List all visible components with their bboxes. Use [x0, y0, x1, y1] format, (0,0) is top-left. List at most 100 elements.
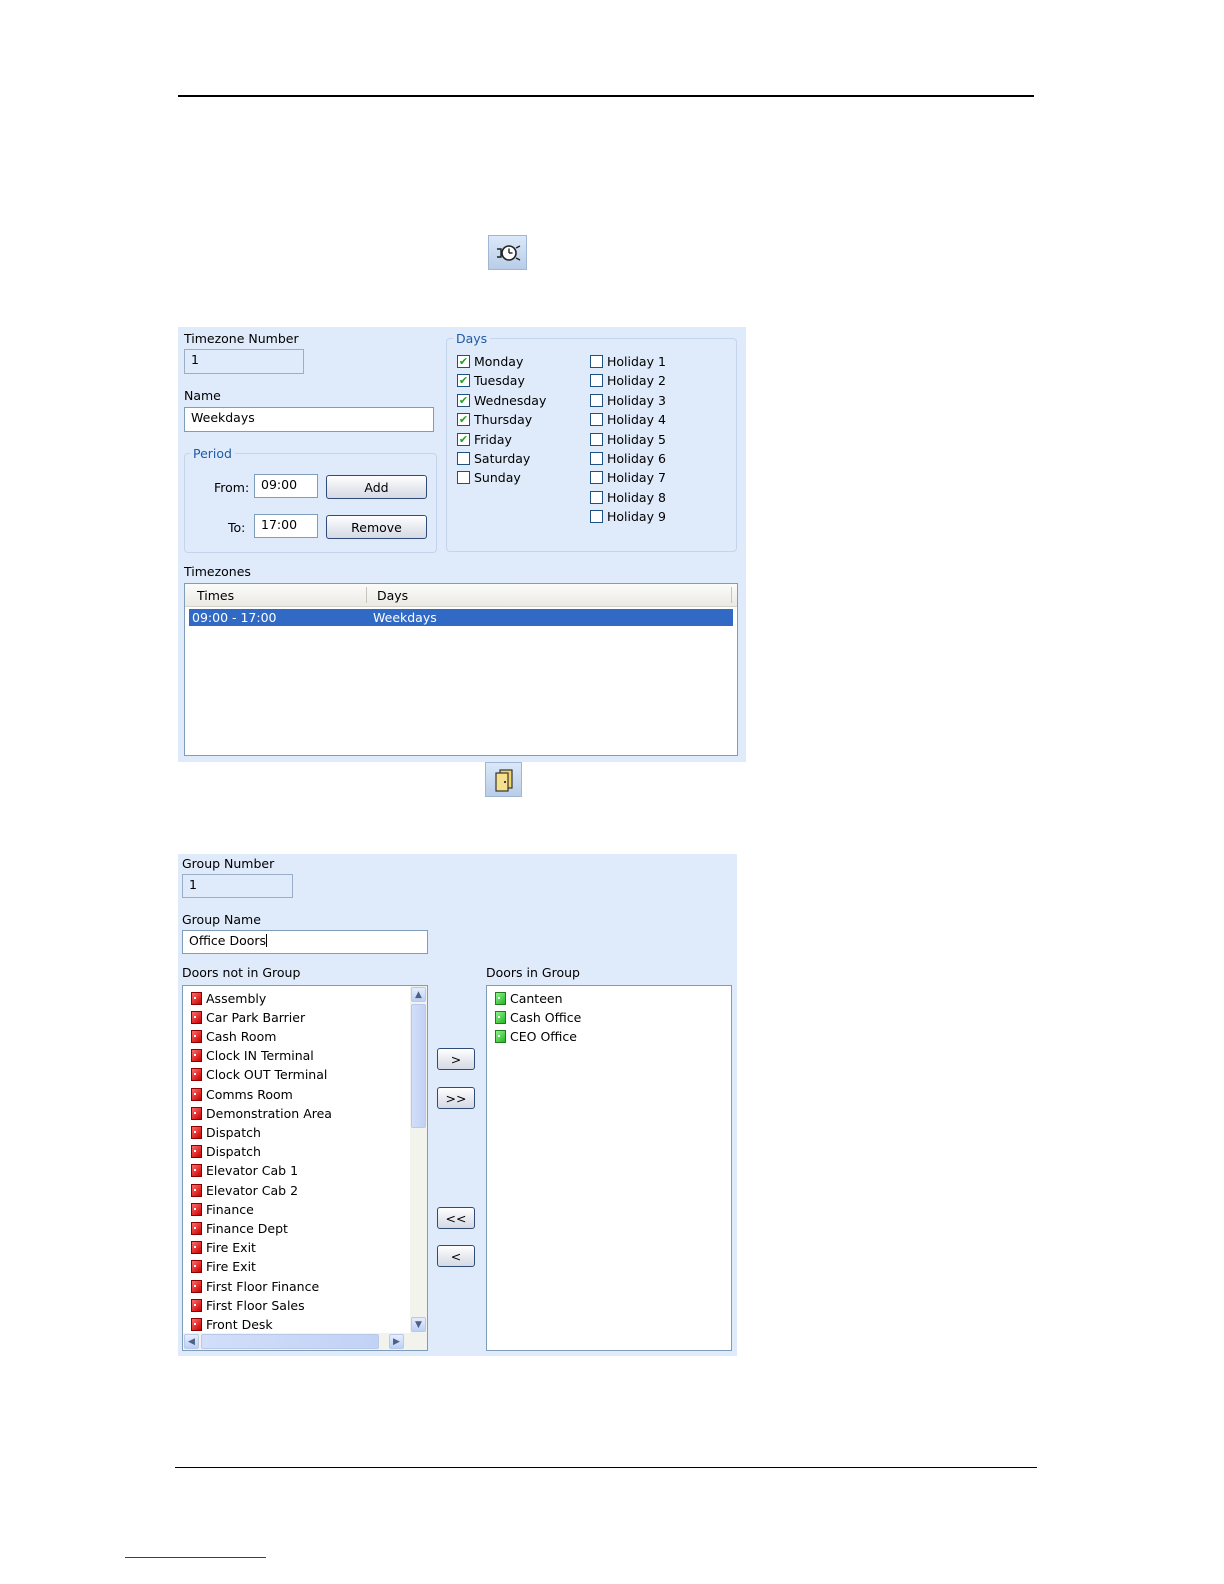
holiday-checkbox-holiday-2[interactable]: Holiday 2 — [590, 373, 666, 388]
door-name: Canteen — [510, 990, 563, 1006]
vertical-scroll-thumb[interactable] — [411, 1004, 426, 1128]
checkbox-box[interactable] — [590, 355, 603, 368]
list-item[interactable]: Dispatch — [191, 1143, 261, 1161]
scroll-right-button[interactable]: ▶ — [389, 1334, 404, 1349]
day-checkbox-sunday[interactable]: Sunday — [457, 470, 521, 485]
door-group-toolbar-button[interactable] — [485, 762, 522, 797]
group-number-label: Group Number — [182, 856, 275, 871]
row-days-cell: Weekdays — [373, 610, 437, 625]
list-item[interactable]: CEO Office — [495, 1027, 577, 1045]
timezones-list-header: Times Days — [185, 584, 737, 607]
timezone-name-field[interactable]: Weekdays — [184, 407, 434, 432]
checkbox-box[interactable] — [590, 510, 603, 524]
holiday-checkbox-holiday-8[interactable]: Holiday 8 — [590, 490, 666, 505]
add-button[interactable]: Add — [326, 475, 427, 499]
checkbox-box[interactable] — [590, 452, 603, 465]
day-checkbox-wednesday[interactable]: ✔ Wednesday — [457, 393, 546, 408]
group-name-field[interactable]: Office Doors — [182, 930, 428, 954]
day-checkbox-thursday[interactable]: ✔ Thursday — [457, 412, 532, 427]
checkbox-box[interactable] — [590, 490, 603, 504]
checkbox-box[interactable] — [590, 432, 603, 446]
checkbox-box[interactable] — [590, 374, 603, 388]
door-name: Cash Office — [510, 1009, 582, 1025]
day-checkbox-monday[interactable]: ✔ Monday — [457, 354, 523, 369]
move-all-left-button[interactable]: << — [437, 1207, 475, 1229]
list-item[interactable]: Clock IN Terminal — [191, 1047, 314, 1065]
checkbox-box[interactable] — [457, 452, 470, 465]
list-item[interactable]: Elevator Cab 1 — [191, 1162, 298, 1180]
horizontal-scroll-thumb[interactable] — [201, 1334, 379, 1349]
closed-door-icon — [191, 1087, 202, 1101]
checkbox-label: Friday — [474, 431, 512, 447]
timezones-listview[interactable]: Times Days 09:00 - 17:00 Weekdays — [184, 583, 738, 756]
list-item[interactable]: Demonstration Area — [191, 1104, 332, 1122]
from-time-field[interactable]: 09:00 — [254, 474, 318, 498]
list-item[interactable]: Fire Exit — [191, 1258, 256, 1276]
list-item[interactable]: Fire Exit — [191, 1239, 256, 1257]
checkbox-box[interactable] — [590, 393, 603, 407]
column-separator[interactable] — [366, 587, 367, 603]
column-header-times[interactable]: Times — [197, 588, 234, 603]
scroll-up-button[interactable]: ▲ — [411, 987, 426, 1002]
move-one-left-button[interactable]: < — [437, 1245, 475, 1267]
doors-not-in-group-list[interactable]: Assembly Car Park Barrier Cash Room Clock I… — [182, 985, 428, 1351]
checkbox-box[interactable] — [590, 471, 603, 485]
timezone-toolbar-button[interactable] — [488, 235, 527, 270]
door-name: Cash Room — [206, 1028, 277, 1044]
door-name: CEO Office — [510, 1028, 577, 1044]
header-rule — [178, 95, 1034, 97]
day-checkbox-saturday[interactable]: Saturday — [457, 451, 530, 466]
holiday-checkbox-holiday-6[interactable]: Holiday 6 — [590, 451, 666, 466]
list-item[interactable]: Elevator Cab 2 — [191, 1181, 298, 1199]
column-header-days[interactable]: Days — [377, 588, 408, 603]
holiday-checkbox-holiday-1[interactable]: Holiday 1 — [590, 354, 666, 369]
list-item[interactable]: Dispatch — [191, 1123, 261, 1141]
list-item[interactable]: First Floor Finance — [191, 1277, 319, 1295]
remove-button[interactable]: Remove — [326, 515, 427, 539]
holiday-checkbox-holiday-5[interactable]: Holiday 5 — [590, 432, 666, 447]
closed-door-icon — [191, 1145, 202, 1159]
holiday-checkbox-holiday-7[interactable]: Holiday 7 — [590, 470, 666, 485]
open-door-icon — [495, 991, 506, 1005]
text-cursor — [266, 934, 268, 947]
list-item[interactable]: Cash Office — [495, 1008, 581, 1026]
vertical-scrollbar[interactable]: ▲ ▼ — [410, 986, 427, 1333]
holiday-checkbox-holiday-4[interactable]: Holiday 4 — [590, 412, 666, 427]
move-all-right-button[interactable]: >> — [437, 1087, 475, 1109]
list-item[interactable]: Cash Room — [191, 1027, 276, 1045]
clock-timezone-icon — [496, 244, 520, 261]
list-item[interactable]: Assembly — [191, 989, 266, 1007]
list-item[interactable]: Finance Dept — [191, 1219, 288, 1237]
group-number-field[interactable]: 1 — [182, 874, 293, 898]
checkbox-box[interactable] — [457, 471, 470, 485]
checkbox-box[interactable] — [590, 413, 603, 427]
checkbox-box[interactable]: ✔ — [457, 393, 470, 407]
door-name: Front Desk — [206, 1316, 273, 1332]
list-item[interactable]: Finance — [191, 1200, 254, 1218]
list-item[interactable]: Car Park Barrier — [191, 1008, 305, 1026]
list-item[interactable]: Canteen — [495, 989, 563, 1007]
list-item[interactable]: Front Desk — [191, 1315, 273, 1333]
doors-in-group-list[interactable]: Canteen Cash Office CEO Office — [486, 985, 732, 1351]
move-one-right-button[interactable]: > — [437, 1048, 475, 1070]
timezone-number-field[interactable]: 1 — [184, 349, 304, 374]
checkbox-box[interactable]: ✔ — [457, 413, 470, 427]
list-item[interactable]: Comms Room — [191, 1085, 293, 1103]
day-checkbox-friday[interactable]: ✔ Friday — [457, 432, 512, 447]
day-checkbox-tuesday[interactable]: ✔ Tuesday — [457, 373, 525, 388]
horizontal-scrollbar[interactable]: ◀ ▶ — [183, 1333, 427, 1350]
to-time-field[interactable]: 17:00 — [254, 514, 318, 538]
holiday-checkbox-holiday-3[interactable]: Holiday 3 — [590, 393, 666, 408]
checkbox-box[interactable]: ✔ — [457, 355, 470, 368]
closed-door-icon — [191, 1298, 202, 1312]
holiday-checkbox-holiday-9[interactable]: Holiday 9 — [590, 509, 666, 524]
checkbox-box[interactable]: ✔ — [457, 374, 470, 388]
checkbox-label: Holiday 4 — [607, 412, 666, 428]
list-item[interactable]: Clock OUT Terminal — [191, 1066, 327, 1084]
scroll-left-button[interactable]: ◀ — [184, 1334, 199, 1349]
scroll-down-button[interactable]: ▼ — [411, 1317, 426, 1332]
timezone-row-selected[interactable]: 09:00 - 17:00 Weekdays — [189, 609, 733, 626]
column-separator[interactable] — [731, 587, 732, 603]
checkbox-box[interactable]: ✔ — [457, 432, 470, 446]
list-item[interactable]: First Floor Sales — [191, 1296, 305, 1314]
